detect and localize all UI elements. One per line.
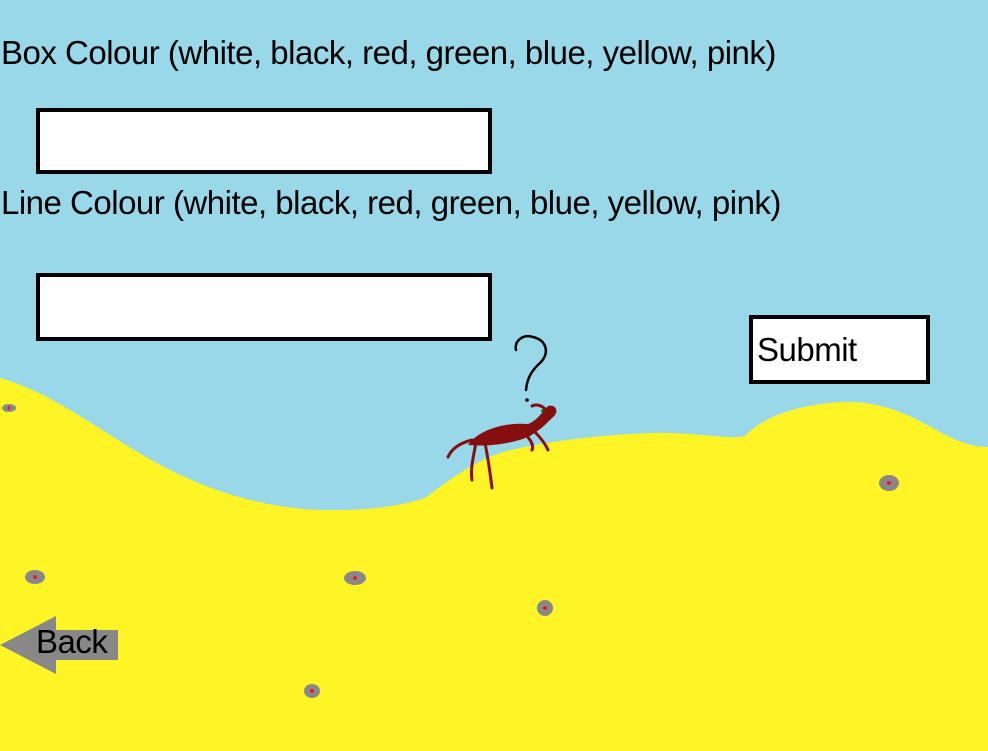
box-colour-input[interactable] xyxy=(36,108,492,174)
back-button[interactable]: Back xyxy=(0,616,120,674)
pebble xyxy=(537,600,553,616)
line-colour-input[interactable] xyxy=(36,273,492,341)
pebble xyxy=(344,571,366,585)
pebble xyxy=(25,570,45,584)
line-colour-label: Line Colour (white, black, red, green, b… xyxy=(1,184,781,221)
submit-button[interactable]: Submit xyxy=(749,315,930,384)
back-label: Back xyxy=(36,623,108,660)
pebble xyxy=(879,475,899,491)
pebble xyxy=(304,684,320,698)
pebble xyxy=(2,404,16,412)
game-window: Box Colour (white, black, red, green, bl… xyxy=(0,0,988,751)
box-colour-label: Box Colour (white, black, red, green, bl… xyxy=(1,34,776,71)
